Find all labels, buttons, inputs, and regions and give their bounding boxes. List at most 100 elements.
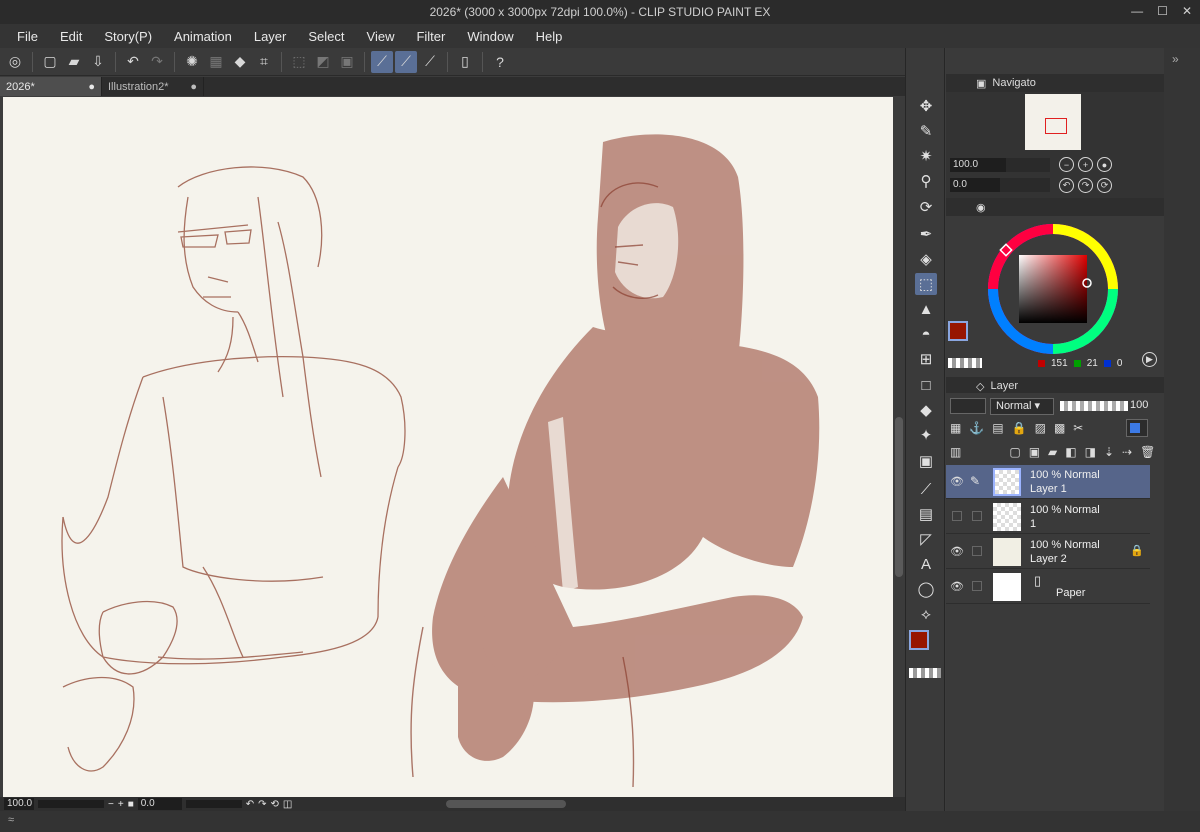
close-icon[interactable]: ✕ xyxy=(1182,4,1192,18)
expand-icon[interactable]: ≈ xyxy=(8,814,14,826)
grid-icon[interactable]: ⊞ xyxy=(915,348,937,370)
ruler-show-icon[interactable]: ✂ xyxy=(1073,421,1083,435)
redo-icon[interactable]: ↷ xyxy=(146,51,168,73)
brush-icon[interactable]: ⟋ xyxy=(915,478,937,500)
sparkle-icon[interactable]: ✦ xyxy=(915,424,937,446)
rectangle-icon[interactable]: □ xyxy=(915,374,937,396)
edit-checkbox[interactable] xyxy=(972,511,982,521)
clear-icon[interactable]: ▦ xyxy=(205,51,227,73)
selection-border-icon[interactable]: ▣ xyxy=(336,51,358,73)
tab-layer[interactable]: Layer xyxy=(984,380,1018,392)
bucket-icon[interactable]: ◆ xyxy=(915,399,937,421)
horizontal-scrollbar[interactable] xyxy=(446,800,567,808)
layer-name[interactable]: Layer 1 xyxy=(1030,482,1100,496)
blend-mode-select[interactable]: Normal ▾ xyxy=(990,398,1054,415)
new-file-icon[interactable]: ▢ xyxy=(39,51,61,73)
menu-story[interactable]: Story(P) xyxy=(93,29,163,44)
opacity-slider[interactable] xyxy=(1060,401,1128,411)
fill-selection-icon[interactable]: ◆ xyxy=(229,51,251,73)
layer-name[interactable]: Layer 2 xyxy=(1030,552,1100,566)
zoom-out-icon[interactable]: − xyxy=(108,799,114,810)
canvas-vertical-scrollbar[interactable] xyxy=(893,97,905,797)
invert-selection-icon[interactable]: ◩ xyxy=(312,51,334,73)
color-wheel-tab-icon[interactable]: ◉ xyxy=(946,201,986,214)
layer-row[interactable]: 👁 100 % Normal Layer 2 🔒 xyxy=(946,535,1150,569)
eraser-icon[interactable]: ◈ xyxy=(915,248,937,270)
visibility-checkbox[interactable] xyxy=(952,511,962,521)
rotate-left-icon[interactable]: ↶ xyxy=(1059,178,1074,193)
deselect-icon[interactable]: ⬚ xyxy=(288,51,310,73)
delete-layer-icon[interactable]: 🗑 xyxy=(1140,445,1155,459)
rotate-right-icon[interactable]: ↷ xyxy=(258,799,266,810)
lock-icon[interactable]: 🔒 xyxy=(1012,421,1027,435)
layer-lock-icon[interactable]: 🔒 xyxy=(1130,544,1144,557)
balloon-icon[interactable]: ◯ xyxy=(915,578,937,600)
view-frame[interactable] xyxy=(1045,118,1067,134)
minimize-icon[interactable]: — xyxy=(1131,4,1143,18)
layer-row[interactable]: 👁 ▯ Paper xyxy=(946,570,1150,604)
layer-color-swatch[interactable] xyxy=(1126,419,1148,437)
zoom-out-icon[interactable]: − xyxy=(1059,157,1074,172)
expand-dock-icon[interactable]: » xyxy=(1172,52,1179,66)
navigator-thumbnail[interactable] xyxy=(1025,94,1081,150)
main-color-swatch[interactable] xyxy=(909,630,929,650)
nav-angle-field[interactable]: 0.0 xyxy=(950,178,1000,192)
snap-special-ruler-icon[interactable]: ⟋ xyxy=(395,50,417,73)
smartphone-icon[interactable]: ▯ xyxy=(454,51,476,73)
tab-close-icon[interactable]: ● xyxy=(190,81,197,93)
clip-icon[interactable]: ▦ xyxy=(950,421,961,435)
fit-icon[interactable]: ■ xyxy=(128,799,134,810)
clip-layer-icon[interactable]: ◨ xyxy=(1085,445,1096,459)
help-icon[interactable]: ? xyxy=(489,51,511,73)
transparent-swatch[interactable] xyxy=(948,358,982,368)
menu-select[interactable]: Select xyxy=(297,29,355,44)
loading-icon[interactable]: ✺ xyxy=(181,51,203,73)
edit-checkbox[interactable] xyxy=(972,546,982,556)
draft-icon[interactable]: ▤ xyxy=(992,421,1003,435)
new-raster-layer-icon[interactable]: ▢ xyxy=(1009,445,1020,459)
menu-animation[interactable]: Animation xyxy=(163,29,243,44)
menu-layer[interactable]: Layer xyxy=(243,29,298,44)
layer-name[interactable]: Paper xyxy=(1056,586,1085,600)
color-wheel[interactable] xyxy=(946,218,1164,378)
nav-zoom-slider[interactable] xyxy=(1006,158,1050,172)
menu-edit[interactable]: Edit xyxy=(49,29,93,44)
gradient-icon[interactable]: ▣ xyxy=(915,450,937,472)
layer-name[interactable]: 1 xyxy=(1030,517,1100,531)
rotate-right-icon[interactable]: ↷ xyxy=(1078,178,1093,193)
layer-row[interactable]: 👁 ✎ 100 % Normal Layer 1 xyxy=(946,465,1150,499)
reset-rotation-icon[interactable]: ⟲ xyxy=(271,799,279,810)
transparent-color-icon[interactable] xyxy=(909,668,941,678)
ruler-icon[interactable]: ◸ xyxy=(915,528,937,550)
pen-icon[interactable]: ✒ xyxy=(915,223,937,245)
mask-icon[interactable]: ▩ xyxy=(1054,421,1065,435)
zoom-in-icon[interactable]: + xyxy=(118,799,124,810)
save-icon[interactable]: ⇩ xyxy=(87,51,109,73)
menu-window[interactable]: Window xyxy=(456,29,524,44)
transfer-icon[interactable]: ⇢ xyxy=(1122,445,1132,459)
zoom-field[interactable]: 100.0 xyxy=(4,798,34,810)
clip-studio-icon[interactable]: ◎ xyxy=(4,51,26,73)
rotate-left-icon[interactable]: ↶ xyxy=(246,799,254,810)
tab-close-icon[interactable]: ● xyxy=(88,81,95,93)
edit-pen-icon[interactable]: ✎ xyxy=(970,474,980,488)
menu-file[interactable]: File xyxy=(6,29,49,44)
maximize-icon[interactable]: ☐ xyxy=(1157,4,1168,18)
selection-icon[interactable]: ⬚ xyxy=(915,273,937,295)
magic-wand-icon[interactable]: ✷ xyxy=(915,145,937,167)
frame-icon[interactable]: ▤ xyxy=(915,503,937,525)
color-settings-icon[interactable]: ▶ xyxy=(1142,352,1157,367)
snap-grid-icon[interactable]: ⟋ xyxy=(419,51,441,73)
tab-2026[interactable]: 2026* ● xyxy=(0,77,102,96)
zoom-slider[interactable] xyxy=(38,800,104,808)
layer-tab-icon[interactable]: ◇ xyxy=(946,380,984,393)
edit-checkbox[interactable] xyxy=(972,581,982,591)
flip-icon[interactable]: ◫ xyxy=(283,799,292,810)
main-color-swatch-panel[interactable] xyxy=(948,321,968,341)
tab-illustration2[interactable]: Illustration2* ● xyxy=(102,77,204,96)
rotate-icon[interactable]: ⟳ xyxy=(915,196,937,218)
scroll-thumb[interactable] xyxy=(895,417,903,577)
transform-icon[interactable]: ⌗ xyxy=(253,51,275,73)
fill-icon[interactable]: ▲ xyxy=(915,298,937,320)
navigator-icon[interactable]: ▣ xyxy=(946,77,986,90)
